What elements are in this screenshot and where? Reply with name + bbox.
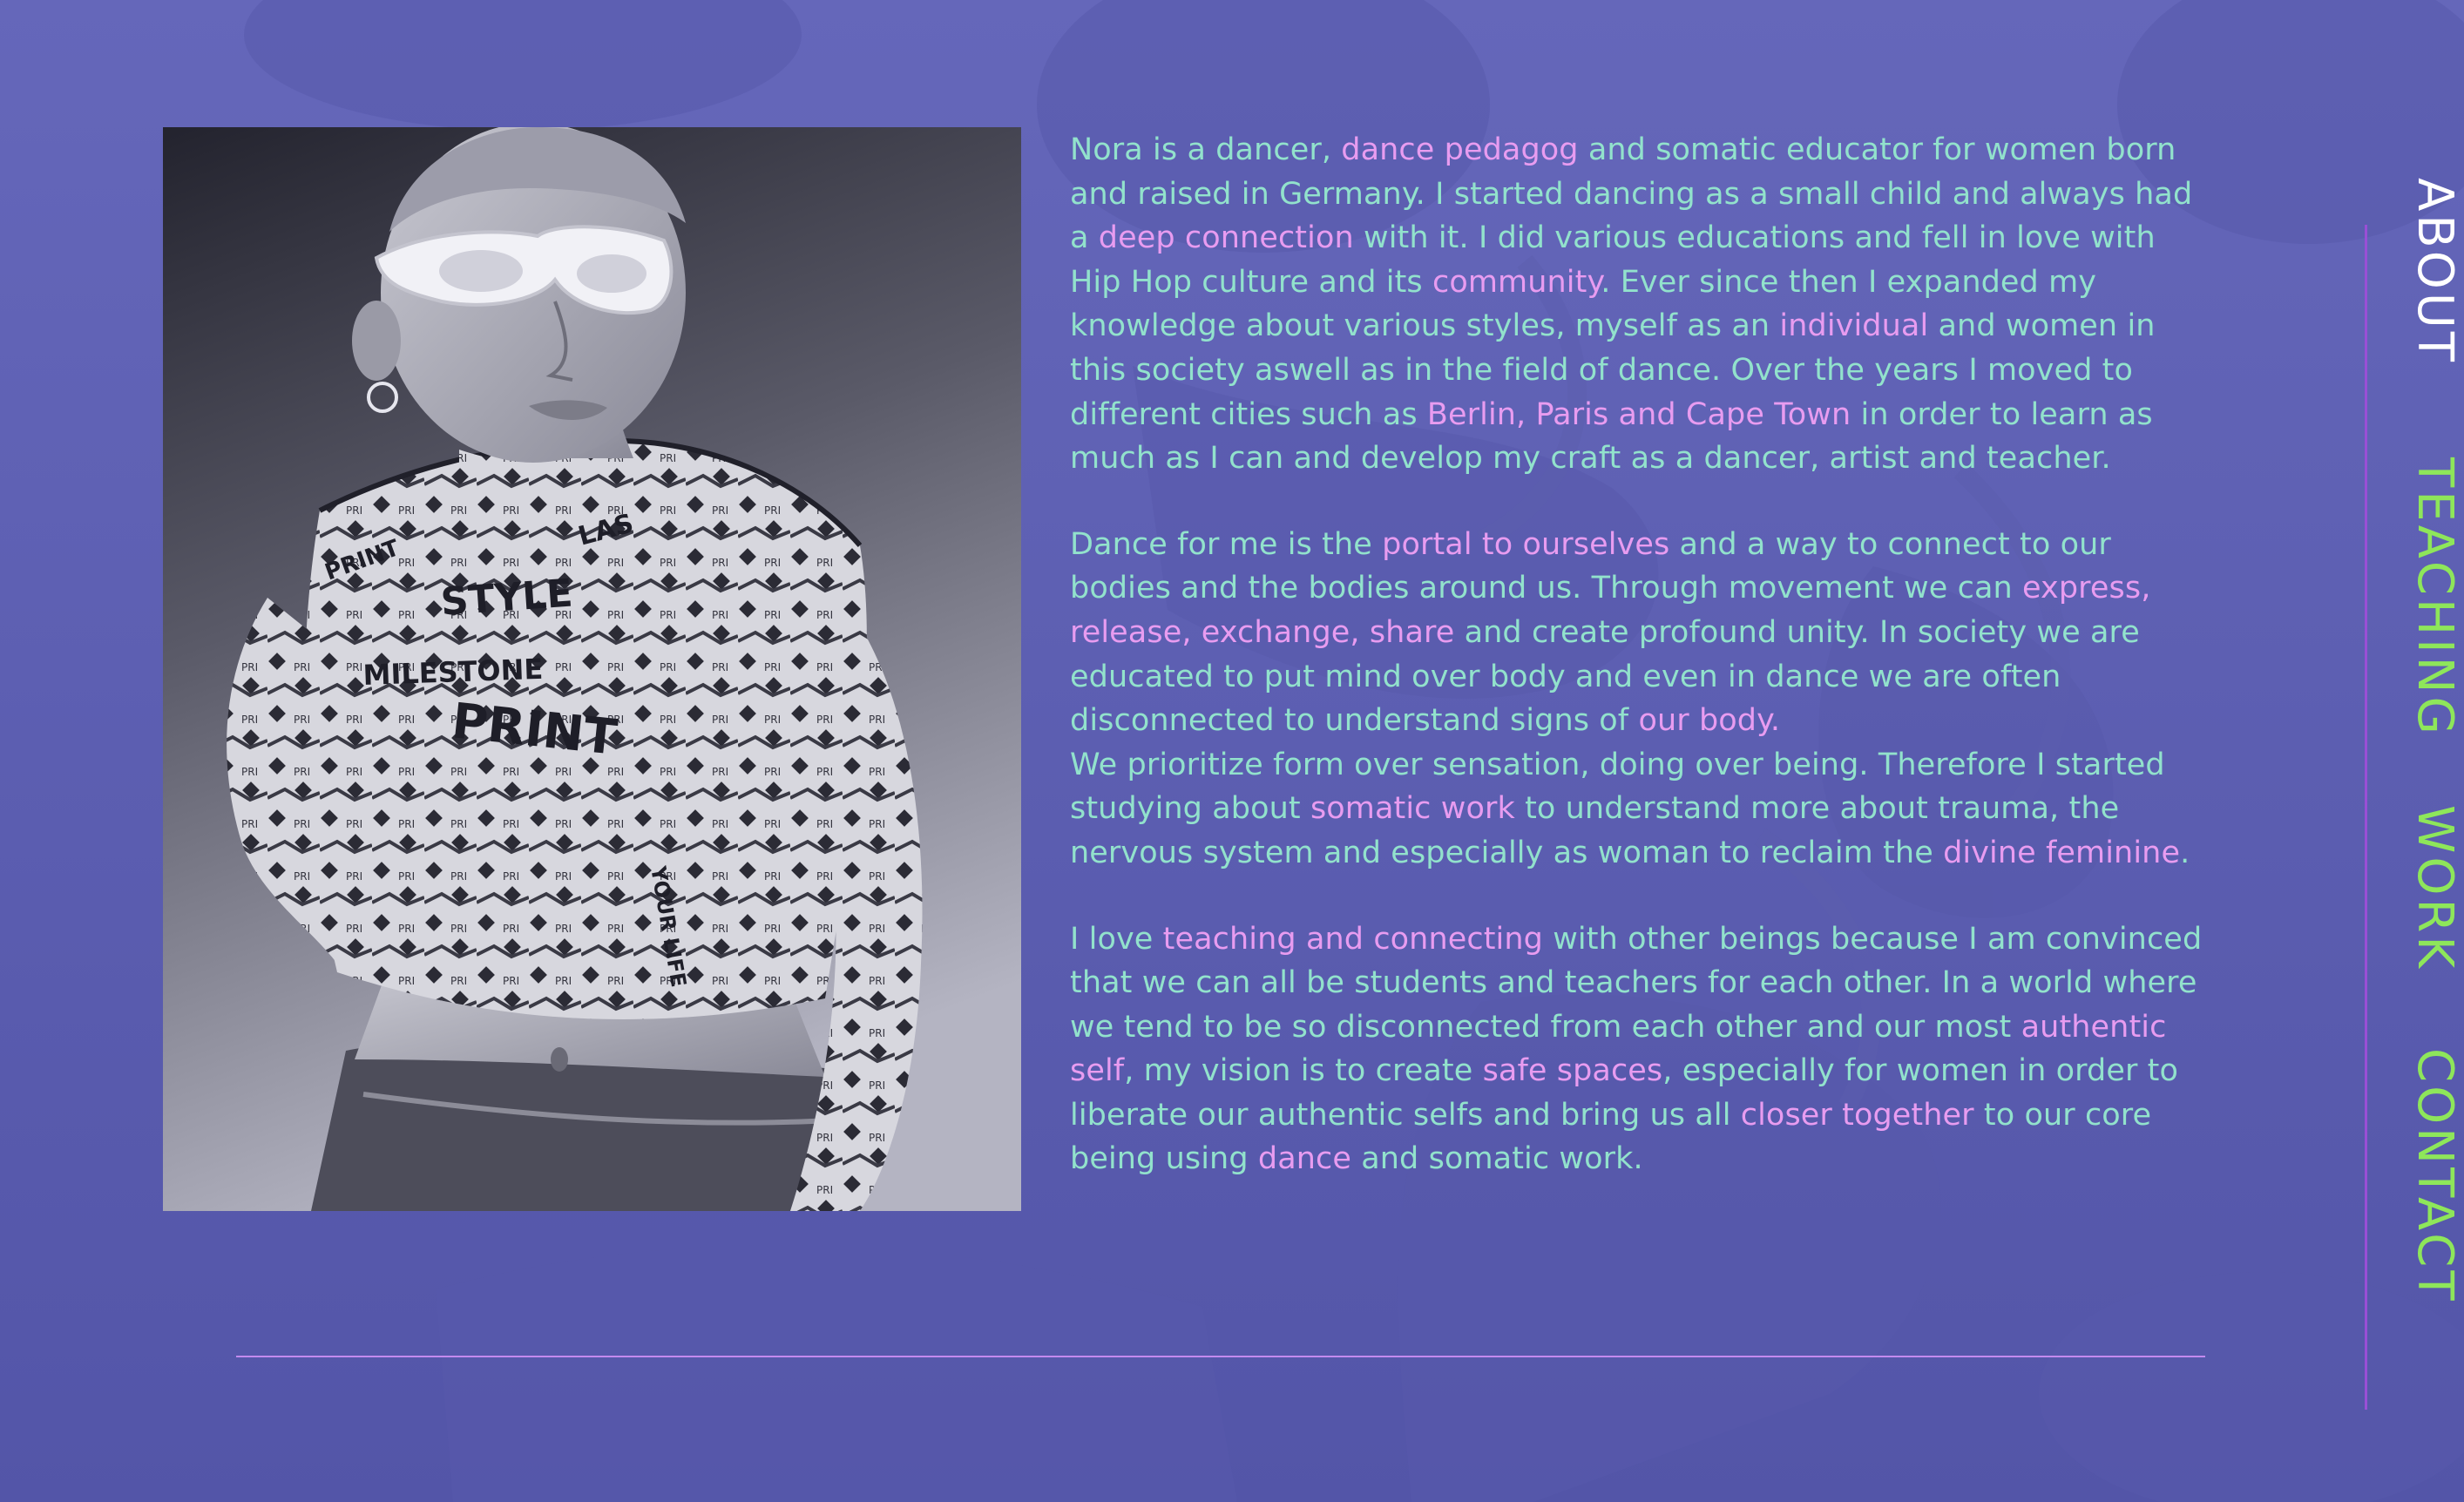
highlight-text: community (1432, 264, 1601, 300)
body-text: , my vision is to create (1124, 1053, 1483, 1089)
highlight-text: somatic work (1310, 791, 1515, 827)
nav-rail (2365, 225, 2367, 1410)
highlight-text: portal to ourselves (1382, 526, 1670, 562)
highlight-text: deep connection (1098, 220, 1354, 256)
highlight-text: divine feminine (1943, 835, 2181, 870)
nav-teaching-link[interactable]: TEACHING (2406, 457, 2463, 738)
portrait-photo: PRI STYLE MILESTONE (163, 127, 1021, 1211)
bio-paragraph-4: I love teaching and connecting with othe… (1070, 917, 2203, 1182)
body-text: and somatic work. (1351, 1141, 1643, 1177)
section-divider (236, 1356, 2205, 1357)
nav-contact-link[interactable]: CONTACT (2406, 1048, 2463, 1304)
body-text: Dance for me is the (1070, 526, 1383, 562)
body-text: Nora is a dancer, (1070, 132, 1342, 167)
nav-about-link[interactable]: ABOUT (2406, 178, 2463, 365)
about-bio: Nora is a dancer, dance pedagog and soma… (1070, 128, 2203, 1223)
bio-paragraph-3: We prioritize form over sensation, doing… (1070, 743, 2203, 876)
highlight-text: dance (1257, 1141, 1351, 1177)
body-text: I love (1070, 921, 1163, 957)
highlight-text: individual (1779, 308, 1929, 344)
highlight-text: dance pedagog (1341, 132, 1579, 167)
svg-text:STYLE: STYLE (439, 572, 574, 625)
side-navigation: ABOUT TEACHING WORK CONTACT (2359, 174, 2463, 1410)
highlight-text: our body. (1638, 703, 1781, 739)
bio-paragraph-1: Nora is a dancer, dance pedagog and soma… (1070, 128, 2203, 481)
nav-work-link[interactable]: WORK (2406, 805, 2463, 971)
body-text: . (2180, 835, 2190, 870)
highlight-text: safe spaces (1482, 1053, 1663, 1089)
highlight-text: closer together (1740, 1097, 1974, 1133)
highlight-text: teaching and connecting (1162, 921, 1543, 957)
highlight-text: Berlin, Paris and Cape Town (1426, 396, 1851, 432)
svg-text:MILESTONE: MILESTONE (362, 653, 544, 692)
bio-paragraph-2: Dance for me is the portal to ourselves … (1070, 523, 2203, 743)
